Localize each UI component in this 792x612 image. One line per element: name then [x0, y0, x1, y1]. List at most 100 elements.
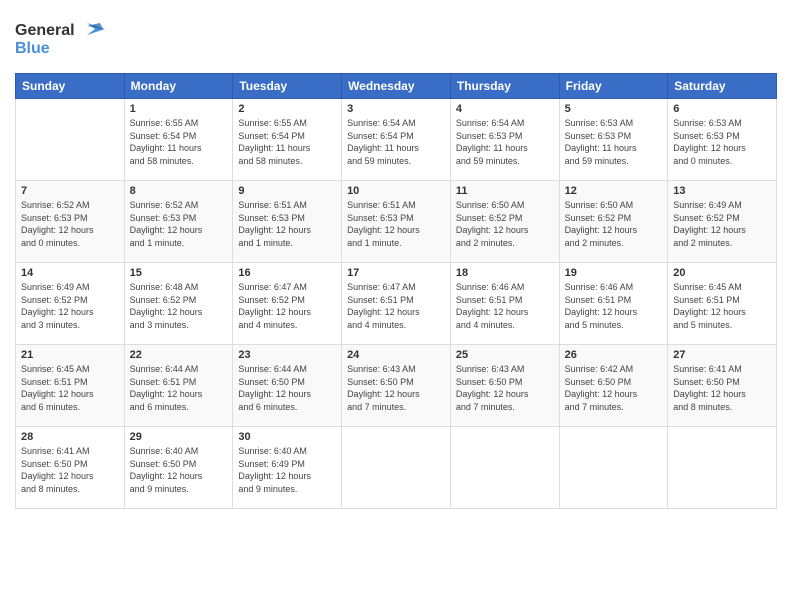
calendar-cell: 5 Sunrise: 6:53 AM Sunset: 6:53 PM Daylig…: [559, 99, 668, 181]
day-info: Sunrise: 6:52 AM Sunset: 6:53 PM Dayligh…: [130, 199, 228, 249]
header: General Blue: [15, 15, 777, 65]
day-number: 12: [565, 185, 663, 197]
calendar-cell: 19 Sunrise: 6:46 AM Sunset: 6:51 PM Dayli…: [559, 263, 668, 345]
day-number: 13: [673, 185, 771, 197]
calendar-cell: 20 Sunrise: 6:45 AM Sunset: 6:51 PM Dayli…: [668, 263, 777, 345]
calendar-cell: 30Sunrise: 6:40 AM Sunset: 6:49 PM Dayli…: [233, 427, 342, 509]
weekday-tuesday: Tuesday: [233, 74, 342, 99]
day-info: Sunrise: 6:50 AM Sunset: 6:52 PM Dayligh…: [565, 199, 663, 249]
weekday-thursday: Thursday: [450, 74, 559, 99]
calendar-cell: [668, 427, 777, 509]
day-info: Sunrise: 6:46 AM Sunset: 6:51 PM Dayligh…: [456, 281, 554, 331]
day-number: 27: [673, 349, 771, 361]
calendar-cell: 27 Sunrise: 6:41 AM Sunset: 6:50 PM Dayli…: [668, 345, 777, 427]
day-info: Sunrise: 6:42 AM Sunset: 6:50 PM Dayligh…: [565, 363, 663, 413]
day-number: 10: [347, 185, 445, 197]
calendar-cell: 16 Sunrise: 6:47 AM Sunset: 6:52 PM Dayli…: [233, 263, 342, 345]
calendar-table: SundayMondayTuesdayWednesdayThursdayFrid…: [15, 73, 777, 509]
weekday-saturday: Saturday: [668, 74, 777, 99]
day-info: Sunrise: 6:47 AM Sunset: 6:51 PM Dayligh…: [347, 281, 445, 331]
calendar-week-1: 1 Sunrise: 6:55 AM Sunset: 6:54 PM Daylig…: [16, 99, 777, 181]
calendar-week-3: 14Sunrise: 6:49 AM Sunset: 6:52 PM Dayli…: [16, 263, 777, 345]
day-info: Sunrise: 6:47 AM Sunset: 6:52 PM Dayligh…: [238, 281, 336, 331]
calendar-cell: 21 Sunrise: 6:45 AM Sunset: 6:51 PM Dayli…: [16, 345, 125, 427]
day-info: Sunrise: 6:45 AM Sunset: 6:51 PM Dayligh…: [21, 363, 119, 413]
day-info: Sunrise: 6:43 AM Sunset: 6:50 PM Dayligh…: [347, 363, 445, 413]
day-number: 4: [456, 103, 554, 115]
calendar-cell: 14Sunrise: 6:49 AM Sunset: 6:52 PM Dayli…: [16, 263, 125, 345]
day-info: Sunrise: 6:54 AM Sunset: 6:54 PM Dayligh…: [347, 117, 445, 167]
calendar-cell: 6 Sunrise: 6:53 AM Sunset: 6:53 PM Daylig…: [668, 99, 777, 181]
day-number: 5: [565, 103, 663, 115]
day-number: 1: [130, 103, 228, 115]
day-number: 6: [673, 103, 771, 115]
day-number: 30: [238, 431, 336, 443]
day-number: 9: [238, 185, 336, 197]
logo-block: General Blue: [15, 15, 130, 65]
day-number: 8: [130, 185, 228, 197]
calendar-cell: 8 Sunrise: 6:52 AM Sunset: 6:53 PM Daylig…: [124, 181, 233, 263]
day-number: 14: [21, 267, 119, 279]
calendar-cell: [559, 427, 668, 509]
calendar-week-4: 21 Sunrise: 6:45 AM Sunset: 6:51 PM Dayli…: [16, 345, 777, 427]
day-info: Sunrise: 6:41 AM Sunset: 6:50 PM Dayligh…: [673, 363, 771, 413]
day-number: 7: [21, 185, 119, 197]
day-info: Sunrise: 6:49 AM Sunset: 6:52 PM Dayligh…: [673, 199, 771, 249]
day-info: Sunrise: 6:40 AM Sunset: 6:50 PM Dayligh…: [130, 445, 228, 495]
calendar-page: General Blue SundayMondayTuesdayWednesda…: [0, 0, 792, 612]
day-number: 15: [130, 267, 228, 279]
day-number: 2: [238, 103, 336, 115]
calendar-cell: 22Sunrise: 6:44 AM Sunset: 6:51 PM Dayli…: [124, 345, 233, 427]
day-number: 11: [456, 185, 554, 197]
day-number: 28: [21, 431, 119, 443]
day-number: 19: [565, 267, 663, 279]
day-info: Sunrise: 6:53 AM Sunset: 6:53 PM Dayligh…: [673, 117, 771, 167]
calendar-cell: 29 Sunrise: 6:40 AM Sunset: 6:50 PM Dayli…: [124, 427, 233, 509]
calendar-cell: [342, 427, 451, 509]
day-number: 29: [130, 431, 228, 443]
day-number: 20: [673, 267, 771, 279]
calendar-week-5: 28 Sunrise: 6:41 AM Sunset: 6:50 PM Dayli…: [16, 427, 777, 509]
day-info: Sunrise: 6:51 AM Sunset: 6:53 PM Dayligh…: [238, 199, 336, 249]
calendar-week-2: 7 Sunrise: 6:52 AM Sunset: 6:53 PM Daylig…: [16, 181, 777, 263]
day-number: 21: [21, 349, 119, 361]
calendar-cell: 13 Sunrise: 6:49 AM Sunset: 6:52 PM Dayli…: [668, 181, 777, 263]
day-number: 3: [347, 103, 445, 115]
day-info: Sunrise: 6:45 AM Sunset: 6:51 PM Dayligh…: [673, 281, 771, 331]
calendar-cell: 1 Sunrise: 6:55 AM Sunset: 6:54 PM Daylig…: [124, 99, 233, 181]
day-info: Sunrise: 6:54 AM Sunset: 6:53 PM Dayligh…: [456, 117, 554, 167]
weekday-friday: Friday: [559, 74, 668, 99]
day-info: Sunrise: 6:46 AM Sunset: 6:51 PM Dayligh…: [565, 281, 663, 331]
day-info: Sunrise: 6:53 AM Sunset: 6:53 PM Dayligh…: [565, 117, 663, 167]
day-number: 17: [347, 267, 445, 279]
svg-text:General: General: [15, 22, 75, 39]
calendar-cell: 24 Sunrise: 6:43 AM Sunset: 6:50 PM Dayli…: [342, 345, 451, 427]
day-info: Sunrise: 6:55 AM Sunset: 6:54 PM Dayligh…: [130, 117, 228, 167]
day-number: 23: [238, 349, 336, 361]
calendar-cell: 17 Sunrise: 6:47 AM Sunset: 6:51 PM Dayli…: [342, 263, 451, 345]
day-info: Sunrise: 6:51 AM Sunset: 6:53 PM Dayligh…: [347, 199, 445, 249]
calendar-cell: 23Sunrise: 6:44 AM Sunset: 6:50 PM Dayli…: [233, 345, 342, 427]
calendar-cell: 12 Sunrise: 6:50 AM Sunset: 6:52 PM Dayli…: [559, 181, 668, 263]
calendar-cell: 18Sunrise: 6:46 AM Sunset: 6:51 PM Dayli…: [450, 263, 559, 345]
day-info: Sunrise: 6:41 AM Sunset: 6:50 PM Dayligh…: [21, 445, 119, 495]
weekday-sunday: Sunday: [16, 74, 125, 99]
weekday-header-row: SundayMondayTuesdayWednesdayThursdayFrid…: [16, 74, 777, 99]
calendar-cell: 25 Sunrise: 6:43 AM Sunset: 6:50 PM Dayli…: [450, 345, 559, 427]
weekday-monday: Monday: [124, 74, 233, 99]
calendar-cell: 26Sunrise: 6:42 AM Sunset: 6:50 PM Dayli…: [559, 345, 668, 427]
day-number: 16: [238, 267, 336, 279]
calendar-cell: [450, 427, 559, 509]
calendar-cell: 10 Sunrise: 6:51 AM Sunset: 6:53 PM Dayli…: [342, 181, 451, 263]
calendar-cell: 2 Sunrise: 6:55 AM Sunset: 6:54 PM Daylig…: [233, 99, 342, 181]
logo-svg: General Blue: [15, 15, 130, 60]
day-number: 24: [347, 349, 445, 361]
day-info: Sunrise: 6:48 AM Sunset: 6:52 PM Dayligh…: [130, 281, 228, 331]
calendar-cell: 7 Sunrise: 6:52 AM Sunset: 6:53 PM Daylig…: [16, 181, 125, 263]
day-info: Sunrise: 6:43 AM Sunset: 6:50 PM Dayligh…: [456, 363, 554, 413]
day-number: 22: [130, 349, 228, 361]
day-number: 25: [456, 349, 554, 361]
day-info: Sunrise: 6:52 AM Sunset: 6:53 PM Dayligh…: [21, 199, 119, 249]
day-info: Sunrise: 6:55 AM Sunset: 6:54 PM Dayligh…: [238, 117, 336, 167]
calendar-cell: [16, 99, 125, 181]
